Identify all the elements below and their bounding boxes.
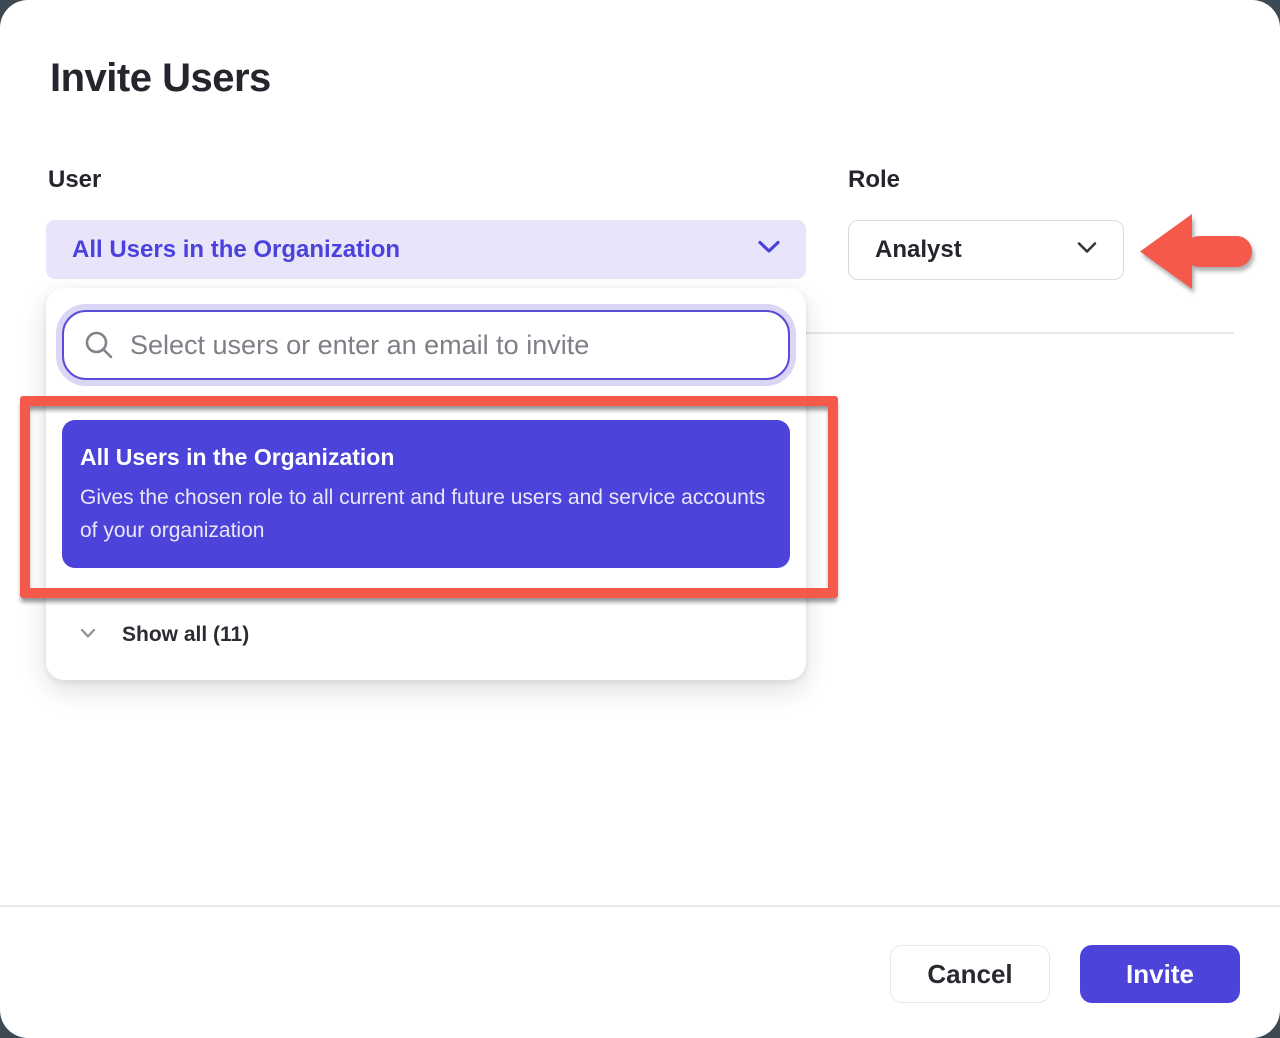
red-arrow-annotation	[1136, 206, 1258, 307]
role-field-label: Role	[848, 166, 900, 194]
page-title: Invite Users	[50, 56, 271, 101]
user-search-box	[62, 310, 790, 380]
user-select-value: All Users in the Organization	[72, 236, 400, 264]
cancel-button[interactable]: Cancel	[890, 945, 1050, 1003]
option-description: Gives the chosen role to all current and…	[80, 481, 770, 547]
show-all-label: Show all (11)	[122, 623, 249, 647]
role-select-trigger[interactable]: Analyst	[848, 220, 1124, 280]
invite-users-dialog: Invite Users User Role All Users in the …	[0, 0, 1280, 1038]
chevron-down-icon	[80, 626, 96, 644]
user-select-trigger[interactable]: All Users in the Organization	[46, 220, 806, 279]
footer-divider	[0, 905, 1280, 907]
option-title: All Users in the Organization	[80, 444, 772, 471]
chevron-down-icon	[758, 240, 780, 259]
option-all-users[interactable]: All Users in the Organization Gives the …	[62, 420, 790, 568]
user-field-label: User	[48, 166, 101, 194]
show-all-toggle[interactable]: Show all (11)	[46, 612, 806, 658]
user-dropdown-panel: All Users in the Organization Gives the …	[46, 288, 806, 680]
chevron-down-icon	[1077, 241, 1097, 259]
screen: Invite Users User Role All Users in the …	[0, 0, 1280, 1038]
invite-button[interactable]: Invite	[1080, 945, 1240, 1003]
role-select-value: Analyst	[875, 236, 962, 264]
search-icon	[84, 330, 114, 360]
search-input[interactable]	[130, 330, 768, 361]
